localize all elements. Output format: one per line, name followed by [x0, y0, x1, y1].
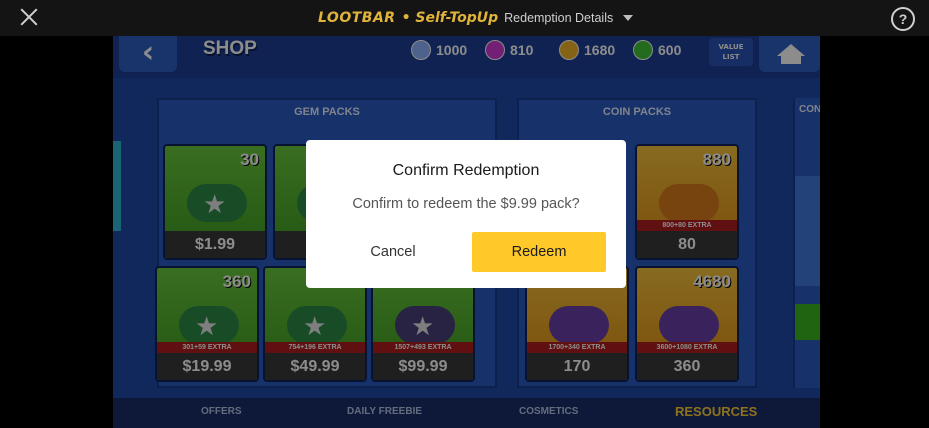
confirm-redemption-dialog: Confirm Redemption Confirm to redeem the…	[306, 140, 626, 288]
cancel-button[interactable]: Cancel	[324, 232, 462, 272]
help-icon[interactable]: ?	[891, 7, 915, 31]
title-wrap: LOOTBAR • Self-TopUp Redemption Details	[318, 8, 634, 28]
close-icon[interactable]	[18, 6, 40, 28]
lootbar-logo: LOOTBAR	[318, 10, 396, 26]
dialog-message: Confirm to redeem the $9.99 pack?	[352, 196, 580, 212]
self-topup-label: • Self-TopUp	[401, 10, 499, 26]
redeem-button[interactable]: Redeem	[472, 232, 606, 272]
chevron-down-icon[interactable]	[623, 15, 634, 21]
dialog-title: Confirm Redemption	[392, 162, 540, 179]
top-bar: LOOTBAR • Self-TopUp Redemption Details …	[0, 0, 929, 36]
breadcrumb[interactable]: Redemption Details	[504, 11, 613, 25]
